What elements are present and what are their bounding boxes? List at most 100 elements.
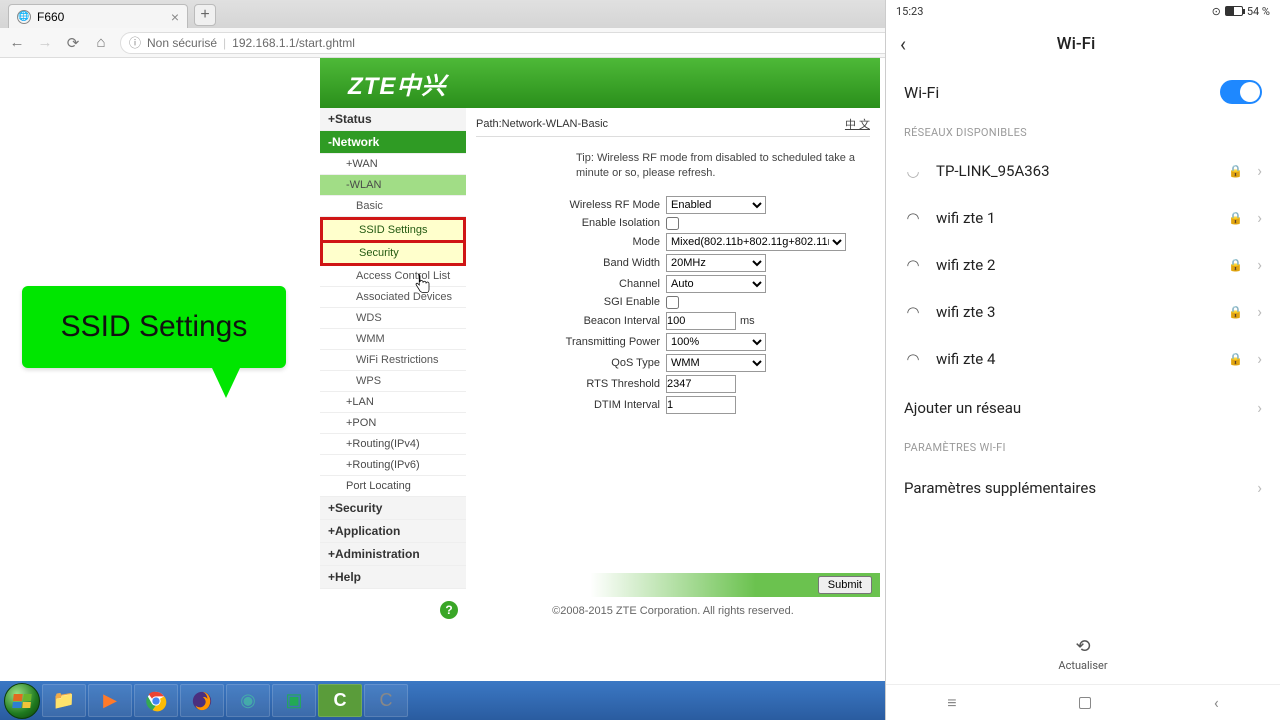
chevron-right-icon[interactable]: › bbox=[1257, 302, 1262, 321]
network-row[interactable]: ◠ wifi zte 4 🔒 › bbox=[886, 335, 1280, 382]
network-row[interactable]: ◠ wifi zte 3 🔒 › bbox=[886, 288, 1280, 335]
extra-params-row[interactable]: Paramètres supplémentaires › bbox=[886, 462, 1280, 513]
refresh-icon: ⟲ bbox=[886, 636, 1280, 657]
sidebar-item-port-locating[interactable]: Port Locating bbox=[320, 476, 466, 497]
sidebar-item-lan[interactable]: +LAN bbox=[320, 392, 466, 413]
phone-menu-button[interactable]: ≡ bbox=[947, 693, 956, 713]
rf-mode-select[interactable]: Enabled bbox=[666, 196, 766, 214]
url-text: 192.168.1.1/start.ghtml bbox=[232, 36, 355, 50]
sidebar-item-wan[interactable]: +WAN bbox=[320, 154, 466, 175]
sidebar-item-wifi-restrictions[interactable]: WiFi Restrictions bbox=[320, 350, 466, 371]
phone-back-nav-button[interactable]: ‹ bbox=[1214, 693, 1219, 712]
dtim-input[interactable] bbox=[666, 396, 736, 414]
alarm-icon: ⊙ bbox=[1212, 5, 1221, 18]
submit-button[interactable]: Submit bbox=[818, 576, 872, 594]
sidebar-item-ssid-settings[interactable]: SSID Settings bbox=[320, 217, 466, 243]
bandwidth-select[interactable]: 20MHz bbox=[666, 254, 766, 272]
tab-title: F660 bbox=[37, 10, 64, 24]
wifi-toggle[interactable] bbox=[1220, 80, 1262, 104]
beacon-input[interactable] bbox=[666, 312, 736, 330]
language-link[interactable]: 中 文 bbox=[845, 116, 870, 132]
chevron-right-icon[interactable]: › bbox=[1257, 349, 1262, 368]
sidebar-item-security[interactable]: +Security bbox=[320, 497, 466, 520]
add-network-row[interactable]: Ajouter un réseau › bbox=[886, 382, 1280, 433]
breadcrumb: Path:Network-WLAN-Basic bbox=[476, 118, 608, 130]
router-admin-page: ZTE中兴 +Status -Network +WAN -WLAN Basic … bbox=[320, 58, 880, 681]
chevron-right-icon: › bbox=[1257, 398, 1262, 417]
lock-icon: 🔒 bbox=[1228, 164, 1243, 178]
sidebar-item-security-sub[interactable]: Security bbox=[320, 243, 466, 266]
router-content: Path:Network-WLAN-Basic 中 文 Tip: Wireles… bbox=[466, 108, 880, 627]
sidebar-item-associated-devices[interactable]: Associated Devices bbox=[320, 287, 466, 308]
isolation-checkbox[interactable] bbox=[666, 217, 679, 230]
sidebar-item-pon[interactable]: +PON bbox=[320, 413, 466, 434]
home-button[interactable]: ⌂ bbox=[92, 34, 110, 51]
isolation-label: Enable Isolation bbox=[476, 217, 666, 229]
sidebar-item-wps[interactable]: WPS bbox=[320, 371, 466, 392]
taskbar-firefox[interactable] bbox=[180, 684, 224, 717]
lock-icon: 🔒 bbox=[1228, 258, 1243, 272]
help-icon[interactable]: ? bbox=[440, 601, 458, 619]
dtim-label: DTIM Interval bbox=[476, 399, 666, 411]
lock-icon: 🔒 bbox=[1228, 305, 1243, 319]
sidebar-item-administration[interactable]: +Administration bbox=[320, 543, 466, 566]
router-header: ZTE中兴 bbox=[320, 58, 880, 108]
info-icon: ⓘ bbox=[129, 34, 141, 51]
tx-power-label: Transmitting Power bbox=[476, 336, 666, 348]
close-tab-icon[interactable]: × bbox=[171, 9, 179, 25]
phone-home-button[interactable] bbox=[1079, 697, 1091, 709]
network-row[interactable]: ◠ wifi zte 1 🔒 › bbox=[886, 194, 1280, 241]
taskbar-app2[interactable]: C bbox=[364, 684, 408, 717]
battery-icon bbox=[1225, 6, 1243, 16]
taskbar-browser[interactable]: ◉ bbox=[226, 684, 270, 717]
phone-time: 15:23 bbox=[896, 5, 923, 18]
tip-text: Tip: Wireless RF mode from disabled to s… bbox=[576, 151, 870, 182]
wifi-params-label: PARAMÈTRES WI-FI bbox=[886, 433, 1280, 462]
new-tab-button[interactable]: + bbox=[194, 4, 216, 26]
chevron-right-icon[interactable]: › bbox=[1257, 208, 1262, 227]
url-input[interactable]: ⓘ Non sécurisé | 192.168.1.1/start.ghtml bbox=[120, 32, 920, 54]
taskbar-media[interactable]: ▶ bbox=[88, 684, 132, 717]
taskbar-app1[interactable]: ▣ bbox=[272, 684, 316, 717]
sidebar-item-routing-ipv6[interactable]: +Routing(IPv6) bbox=[320, 455, 466, 476]
taskbar-camtasia[interactable]: C bbox=[318, 684, 362, 717]
chevron-right-icon[interactable]: › bbox=[1257, 161, 1262, 180]
sgi-checkbox[interactable] bbox=[666, 296, 679, 309]
tx-power-select[interactable]: 100% bbox=[666, 333, 766, 351]
sidebar-item-acl[interactable]: Access Control List bbox=[320, 266, 466, 287]
network-name: wifi zte 2 bbox=[936, 256, 1214, 274]
browser-tab[interactable]: 🌐 F660 × bbox=[8, 4, 188, 28]
taskbar-chrome[interactable] bbox=[134, 684, 178, 717]
mode-select[interactable]: Mixed(802.11b+802.11g+802.11n) bbox=[666, 233, 846, 251]
taskbar-explorer[interactable]: 📁 bbox=[42, 684, 86, 717]
sidebar-item-status[interactable]: +Status bbox=[320, 108, 466, 131]
reload-button[interactable]: ⟳ bbox=[64, 34, 82, 52]
phone-header: ‹ Wi-Fi bbox=[886, 22, 1280, 66]
sidebar-item-wds[interactable]: WDS bbox=[320, 308, 466, 329]
lock-icon: 🔒 bbox=[1228, 211, 1243, 225]
sidebar-item-application[interactable]: +Application bbox=[320, 520, 466, 543]
channel-select[interactable]: Auto bbox=[666, 275, 766, 293]
sidebar-item-wmm[interactable]: WMM bbox=[320, 329, 466, 350]
network-row[interactable]: ◡ TP-LINK_95A363 🔒 › bbox=[886, 147, 1280, 194]
rts-input[interactable] bbox=[666, 375, 736, 393]
network-row[interactable]: ◠ wifi zte 2 🔒 › bbox=[886, 241, 1280, 288]
sidebar-item-help[interactable]: +Help bbox=[320, 566, 466, 589]
sidebar-item-basic[interactable]: Basic bbox=[320, 196, 466, 217]
back-button[interactable]: ← bbox=[8, 34, 26, 51]
zte-logo: ZTE中兴 bbox=[348, 66, 446, 101]
sidebar-item-network[interactable]: -Network bbox=[320, 131, 466, 154]
sidebar-item-wlan[interactable]: -WLAN bbox=[320, 175, 466, 196]
qos-select[interactable]: WMM bbox=[666, 354, 766, 372]
windows-logo-icon bbox=[12, 694, 31, 708]
wifi-signal-icon: ◠ bbox=[904, 303, 922, 321]
chevron-right-icon[interactable]: › bbox=[1257, 255, 1262, 274]
start-button[interactable] bbox=[4, 683, 40, 719]
add-network-label: Ajouter un réseau bbox=[904, 399, 1021, 417]
rts-label: RTS Threshold bbox=[476, 378, 666, 390]
sidebar-item-routing-ipv4[interactable]: +Routing(IPv4) bbox=[320, 434, 466, 455]
wifi-toggle-row[interactable]: Wi-Fi bbox=[886, 66, 1280, 118]
refresh-button[interactable]: ⟲ Actualiser bbox=[886, 636, 1280, 672]
available-networks-label: RÉSEAUX DISPONIBLES bbox=[886, 118, 1280, 147]
forward-button[interactable]: → bbox=[36, 34, 54, 51]
